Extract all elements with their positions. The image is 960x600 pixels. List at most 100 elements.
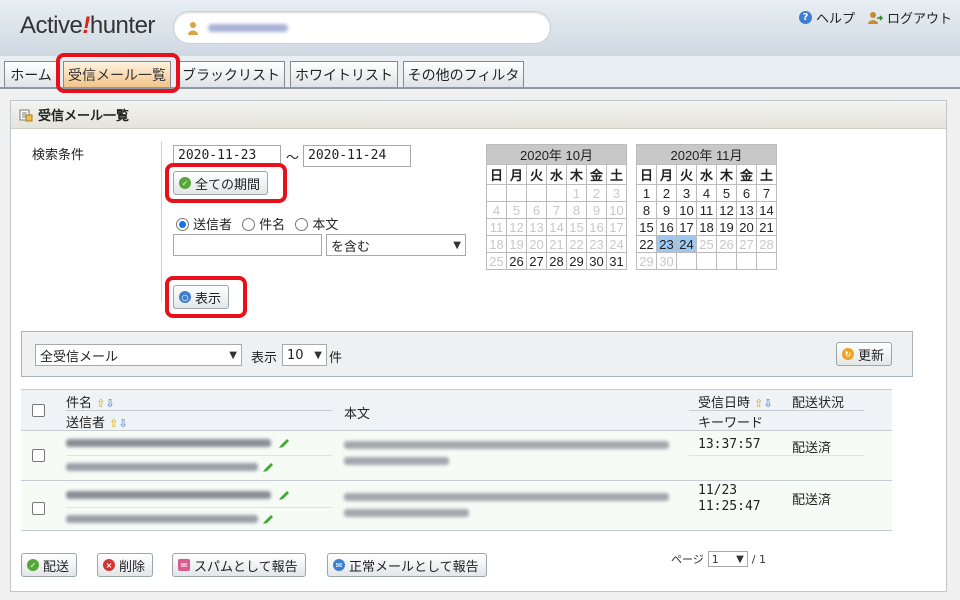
- calendar-day[interactable]: 28: [546, 252, 567, 270]
- deliver-label: 配送: [43, 559, 70, 575]
- edit-icon[interactable]: [278, 489, 290, 501]
- date-from-input[interactable]: 2020-11-23: [173, 145, 281, 167]
- subject-redacted[interactable]: [66, 491, 271, 499]
- row-checkbox[interactable]: [32, 502, 45, 515]
- calendar-november: 2020年 11月日月火水木金土 1 2 3 4 5 6 7 8 9 10 11 12 13 14 15 16 1…: [636, 144, 777, 270]
- deliver-button[interactable]: ✓ 配送: [21, 553, 78, 577]
- calendar-empty-cell: [546, 184, 567, 202]
- sort-desc-icon[interactable]: ⇩: [118, 417, 127, 430]
- sort-desc-icon[interactable]: ⇩: [763, 397, 772, 410]
- calendar-day: 15: [566, 218, 587, 236]
- select-all-checkbox[interactable]: [32, 404, 45, 417]
- calendar-day[interactable]: 2: [656, 184, 677, 202]
- calendar-day[interactable]: 29: [566, 252, 587, 270]
- radio-subject[interactable]: 件名: [242, 218, 285, 233]
- calendar-day[interactable]: 19: [716, 218, 737, 236]
- keyword-input[interactable]: [173, 234, 322, 256]
- row-divider: [66, 507, 332, 508]
- calendar-day[interactable]: 8: [636, 201, 657, 219]
- all-period-label: 全ての期間: [195, 177, 261, 193]
- calendar-day[interactable]: 30: [586, 252, 607, 270]
- calendar-day[interactable]: 26: [506, 252, 527, 270]
- report-ham-button[interactable]: ✉ 正常メールとして報告: [327, 553, 487, 577]
- tab-home[interactable]: ホーム: [4, 61, 58, 87]
- chevron-down-icon: ▼: [736, 553, 744, 565]
- tab-blacklist[interactable]: ブラックリスト: [177, 61, 285, 87]
- calendar-day[interactable]: 17: [676, 218, 697, 236]
- sort-asc-icon[interactable]: ⇧: [109, 417, 118, 430]
- table-row[interactable]: 11/23 11:25:47 配送済: [21, 481, 892, 531]
- edit-icon[interactable]: [262, 461, 274, 473]
- calendar-day[interactable]: 5: [716, 184, 737, 202]
- radio-sender[interactable]: 送信者: [176, 218, 232, 233]
- mail-type-select[interactable]: 全受信メール ▼: [35, 344, 242, 366]
- tab-received-mail[interactable]: 受信メール一覧: [63, 61, 171, 87]
- sender-redacted: [66, 515, 258, 523]
- calendar-day[interactable]: 15: [636, 218, 657, 236]
- calendar-day: 20: [526, 235, 547, 253]
- calendar-day[interactable]: 23: [656, 235, 677, 253]
- radio-sender-dot[interactable]: [176, 218, 189, 231]
- calendar-day[interactable]: 9: [656, 201, 677, 219]
- page-size-select[interactable]: 10 ▼: [282, 344, 327, 366]
- app-logo[interactable]: Active!hunter: [20, 12, 155, 40]
- calendar-day[interactable]: 1: [636, 184, 657, 202]
- calendar-day[interactable]: 4: [696, 184, 717, 202]
- calendar-day[interactable]: 11: [696, 201, 717, 219]
- calendar-day[interactable]: 13: [736, 201, 757, 219]
- report-spam-label: スパムとして報告: [194, 559, 298, 575]
- table-row[interactable]: 13:37:57 配送済: [21, 431, 892, 481]
- calendar-day[interactable]: 14: [756, 201, 777, 219]
- show-label: 表示: [195, 291, 222, 307]
- calendar-day[interactable]: 21: [756, 218, 777, 236]
- subject-redacted[interactable]: [66, 439, 271, 447]
- edit-icon[interactable]: [278, 437, 290, 449]
- radio-body-dot[interactable]: [295, 218, 309, 231]
- calendar-day[interactable]: 18: [696, 218, 717, 236]
- sender-redacted: [66, 463, 258, 471]
- tab-other-filters[interactable]: その他のフィルタ: [403, 61, 524, 87]
- calendar-day[interactable]: 3: [676, 184, 697, 202]
- tab-whitelist[interactable]: ホワイトリスト: [290, 61, 398, 87]
- pager-total: / 1: [751, 552, 766, 566]
- calendar-day: 10: [606, 201, 627, 219]
- calendar-day: 2: [586, 184, 607, 202]
- sort-asc-icon[interactable]: ⇧: [96, 397, 105, 410]
- report-spam-button[interactable]: ✉ スパムとして報告: [172, 553, 306, 577]
- sort-asc-icon[interactable]: ⇧: [754, 397, 763, 410]
- calendar-day[interactable]: 31: [606, 252, 627, 270]
- date-to-input[interactable]: 2020-11-24: [303, 145, 411, 167]
- sort-desc-icon[interactable]: ⇩: [105, 397, 114, 410]
- report-ham-label: 正常メールとして報告: [349, 559, 479, 575]
- calendar-day[interactable]: 24: [676, 235, 697, 253]
- help-link[interactable]: ? ヘルプ: [798, 8, 855, 27]
- delete-button[interactable]: × 削除: [97, 553, 154, 577]
- calendar-day[interactable]: 16: [656, 218, 677, 236]
- all-period-button[interactable]: ✓ 全ての期間: [173, 171, 269, 195]
- calendar-day: 8: [566, 201, 587, 219]
- col-sender-header[interactable]: 送信者 ⇧⇩: [66, 412, 128, 431]
- calendar-empty-cell: [736, 252, 757, 270]
- calendar-day[interactable]: 6: [736, 184, 757, 202]
- logo-bang: !: [82, 12, 90, 39]
- edit-icon[interactable]: [262, 513, 274, 525]
- calendar-day: 16: [586, 218, 607, 236]
- radio-subject-dot[interactable]: [242, 218, 256, 231]
- radio-body[interactable]: 本文: [295, 218, 338, 233]
- calendar-weekday: 火: [526, 164, 547, 185]
- calendar-day[interactable]: 12: [716, 201, 737, 219]
- received-time: 11:25:47: [698, 499, 761, 514]
- calendar-day[interactable]: 27: [526, 252, 547, 270]
- logout-link[interactable]: ログアウト: [867, 8, 952, 27]
- calendar-day[interactable]: 20: [736, 218, 757, 236]
- col-subject-header[interactable]: 件名 ⇧⇩: [66, 392, 115, 411]
- show-button[interactable]: ○ 表示: [173, 285, 230, 309]
- calendar-day[interactable]: 22: [636, 235, 657, 253]
- col-received-header[interactable]: 受信日時 ⇧⇩: [698, 392, 773, 411]
- calendar-day[interactable]: 10: [676, 201, 697, 219]
- row-checkbox[interactable]: [32, 449, 45, 462]
- calendar-day[interactable]: 7: [756, 184, 777, 202]
- refresh-button[interactable]: ↻ 更新: [836, 342, 893, 366]
- page-select[interactable]: 1 ▼: [707, 551, 748, 567]
- match-select[interactable]: を含む ▼: [326, 234, 466, 256]
